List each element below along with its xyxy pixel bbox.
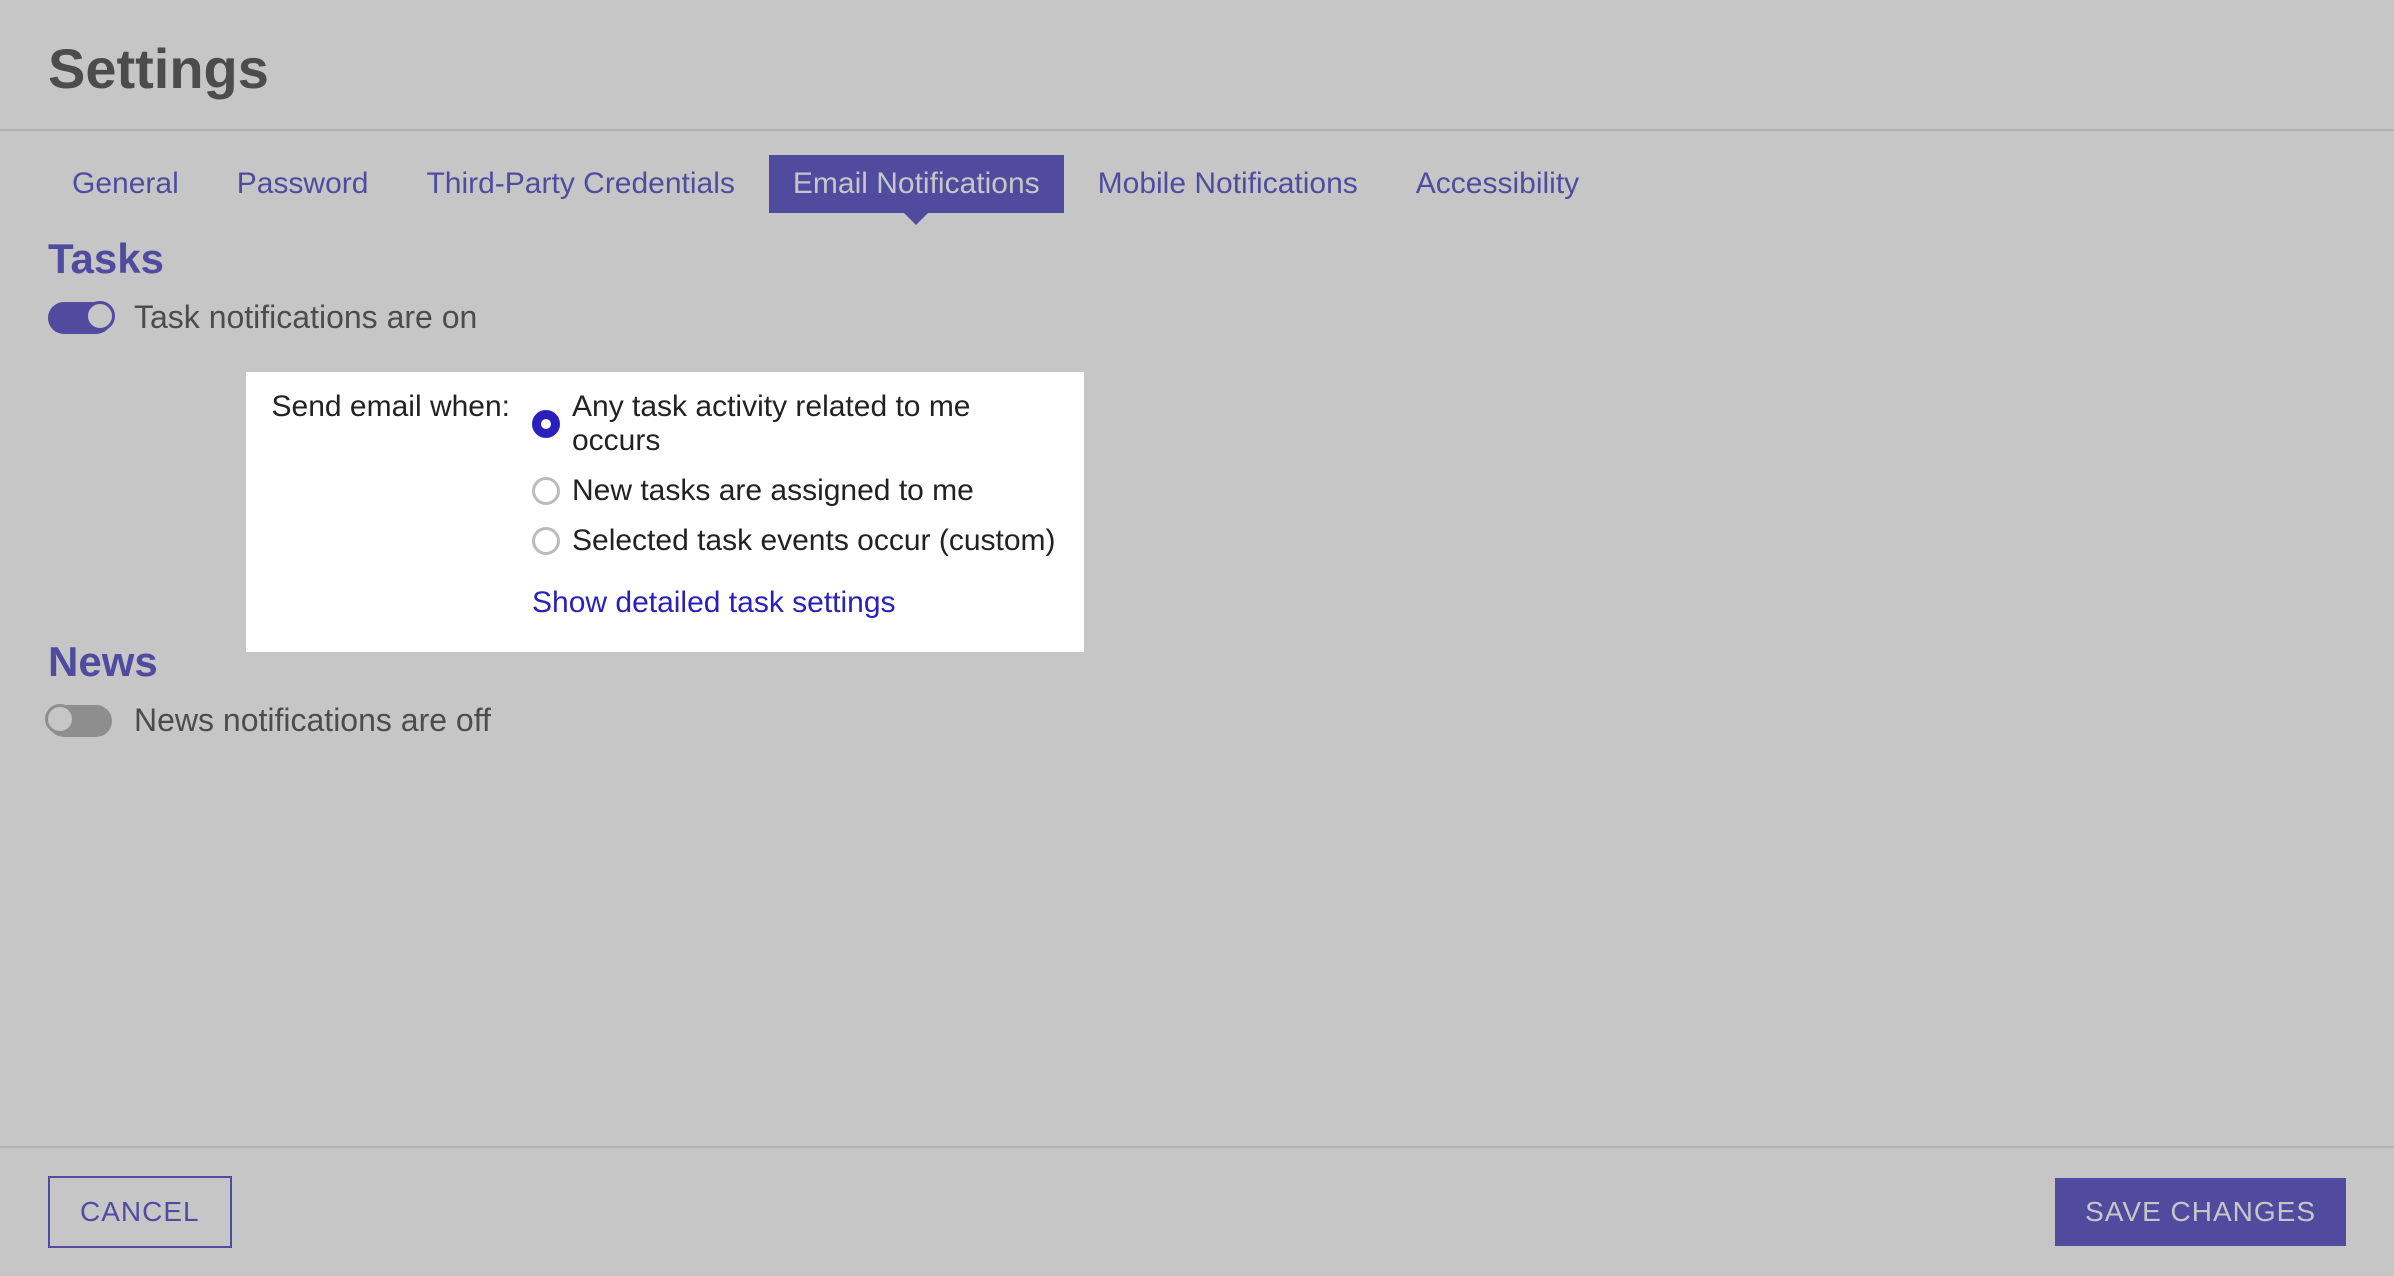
footer-bar: CANCEL SAVE CHANGES xyxy=(0,1146,2394,1276)
dim-overlay xyxy=(0,372,246,652)
toggle-knob-icon xyxy=(85,301,115,331)
tab-email-notifications[interactable]: Email Notifications xyxy=(769,155,1064,213)
settings-header: Settings xyxy=(0,0,2394,131)
radio-label: New tasks are assigned to me xyxy=(572,474,974,508)
radio-new-tasks-assigned[interactable]: New tasks are assigned to me xyxy=(532,474,1056,508)
radio-selected-task-events[interactable]: Selected task events occur (custom) xyxy=(532,524,1056,558)
news-notifications-toggle[interactable] xyxy=(48,705,112,737)
toggle-knob-icon xyxy=(45,704,75,734)
radio-label: Selected task events occur (custom) xyxy=(572,524,1056,558)
tasks-toggle-label: Task notifications are on xyxy=(134,299,477,336)
radio-icon xyxy=(532,477,560,505)
tab-mobile-notifications[interactable]: Mobile Notifications xyxy=(1074,155,1382,213)
tasks-toggle-row: Task notifications are on xyxy=(48,299,2346,336)
news-toggle-row: News notifications are off xyxy=(48,702,2346,739)
send-email-radio-group: Any task activity related to me occurs N… xyxy=(532,390,1056,558)
save-changes-button[interactable]: SAVE CHANGES xyxy=(2055,1178,2346,1246)
tab-general[interactable]: General xyxy=(48,155,203,213)
settings-tabs: General Password Third-Party Credentials… xyxy=(0,131,2394,213)
send-email-panel: Send email when: Any task activity relat… xyxy=(246,372,1084,652)
radio-icon xyxy=(532,527,560,555)
radio-any-task-activity[interactable]: Any task activity related to me occurs xyxy=(532,390,1056,458)
radio-label: Any task activity related to me occurs xyxy=(572,390,1056,458)
tasks-section: Tasks Task notifications are on xyxy=(0,213,2394,336)
dim-overlay xyxy=(1084,372,2394,652)
radio-icon xyxy=(532,410,560,438)
tab-password[interactable]: Password xyxy=(213,155,393,213)
show-detailed-task-settings-link[interactable]: Show detailed task settings xyxy=(532,586,1056,620)
page-title: Settings xyxy=(48,36,2346,101)
tasks-heading: Tasks xyxy=(48,235,2346,283)
tab-third-party-credentials[interactable]: Third-Party Credentials xyxy=(402,155,758,213)
cancel-button[interactable]: CANCEL xyxy=(48,1176,232,1248)
tasks-notifications-toggle[interactable] xyxy=(48,302,112,334)
news-toggle-label: News notifications are off xyxy=(134,702,491,739)
send-email-label: Send email when: xyxy=(264,390,510,558)
tab-accessibility[interactable]: Accessibility xyxy=(1392,155,1603,213)
